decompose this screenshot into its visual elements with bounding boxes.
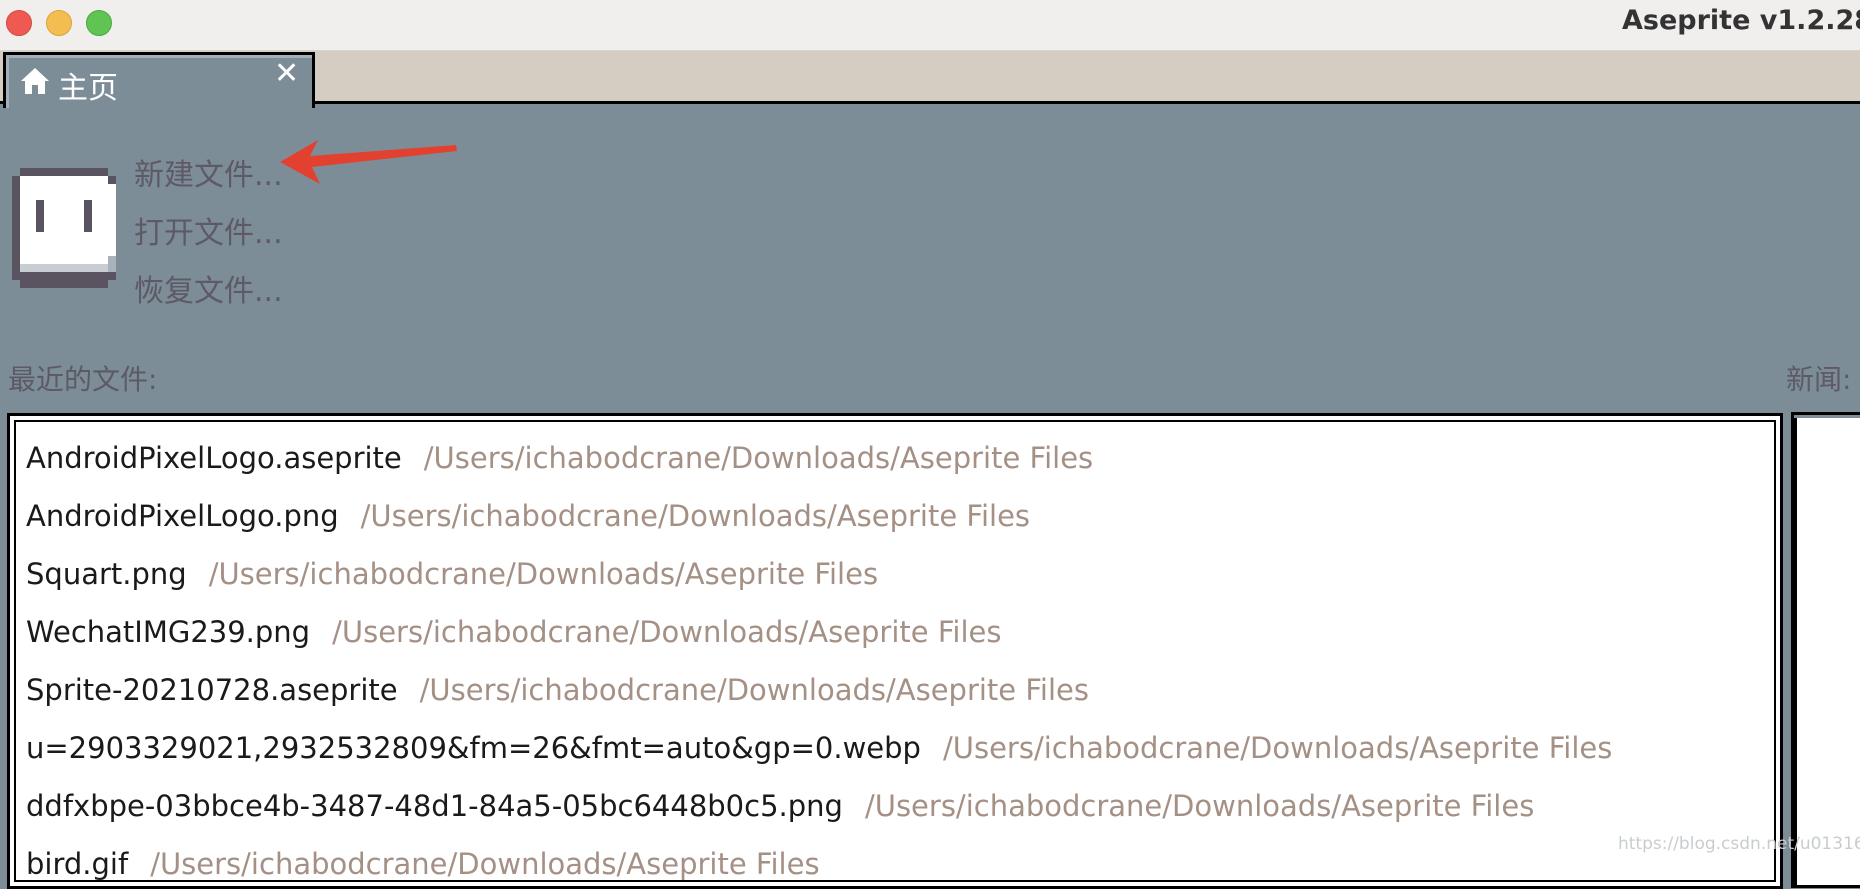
file-name: AndroidPixelLogo.aseprite xyxy=(26,441,402,475)
new-file-link[interactable]: 新建文件... xyxy=(134,150,283,194)
recent-file-item[interactable]: bird.gif/Users/ichabodcrane/Downloads/As… xyxy=(26,842,820,886)
file-name: Squart.png xyxy=(26,557,187,591)
news-label: 新闻: xyxy=(1786,363,1852,396)
recent-files-label: 最近的文件: xyxy=(8,363,158,396)
recent-file-item[interactable]: AndroidPixelLogo.aseprite/Users/ichabodc… xyxy=(26,436,1093,480)
file-name: u=2903329021,2932532809&fm=26&fmt=auto&g… xyxy=(26,731,921,765)
recent-files-list: AndroidPixelLogo.aseprite/Users/ichabodc… xyxy=(7,413,1783,889)
file-path: /Users/ichabodcrane/Downloads/Aseprite F… xyxy=(150,847,820,881)
recover-file-link[interactable]: 恢复文件... xyxy=(134,266,283,310)
recent-file-item[interactable]: ddfxbpe-03bbce4b-3487-48d1-84a5-05bc6448… xyxy=(26,784,1534,828)
recent-file-item[interactable]: Sprite-20210728.aseprite/Users/ichabodcr… xyxy=(26,668,1089,712)
tab-close-icon[interactable]: ✕ xyxy=(274,56,299,91)
file-path: /Users/ichabodcrane/Downloads/Aseprite F… xyxy=(942,731,1613,765)
red-arrow-icon xyxy=(280,140,457,184)
tab-home-label: 主页 xyxy=(58,71,118,106)
tab-home[interactable]: 主页 ✕ xyxy=(3,52,315,108)
file-path: /Users/ichabodcrane/Downloads/Aseprite F… xyxy=(360,499,1031,533)
window-titlebar: Aseprite v1.2.28-r xyxy=(0,0,1860,51)
home-icon xyxy=(21,68,49,94)
watermark: https://blog.csdn.net/u013160458 xyxy=(1618,834,1860,854)
close-window-button[interactable] xyxy=(6,10,32,36)
recent-file-item[interactable]: AndroidPixelLogo.png/Users/ichabodcrane/… xyxy=(26,494,1030,538)
file-path: /Users/ichabodcrane/Downloads/Aseprite F… xyxy=(208,557,879,591)
file-path: /Users/ichabodcrane/Downloads/Aseprite F… xyxy=(864,789,1535,823)
file-name: AndroidPixelLogo.png xyxy=(26,499,339,533)
open-file-link[interactable]: 打开文件... xyxy=(134,208,283,252)
file-path: /Users/ichabodcrane/Downloads/Aseprite F… xyxy=(423,441,1094,475)
file-name: Sprite-20210728.aseprite xyxy=(26,673,398,707)
zoom-window-button[interactable] xyxy=(86,10,112,36)
window-title: Aseprite v1.2.28-r xyxy=(1622,5,1860,36)
recent-file-item[interactable]: Squart.png/Users/ichabodcrane/Downloads/… xyxy=(26,552,878,596)
recent-file-item[interactable]: WechatIMG239.png/Users/ichabodcrane/Down… xyxy=(26,610,1001,654)
news-panel[interactable] xyxy=(1791,412,1860,888)
file-name: ddfxbpe-03bbce4b-3487-48d1-84a5-05bc6448… xyxy=(26,789,843,823)
minimize-window-button[interactable] xyxy=(46,10,72,36)
file-name: WechatIMG239.png xyxy=(26,615,311,649)
file-path: /Users/ichabodcrane/Downloads/Aseprite F… xyxy=(419,673,1089,707)
recent-file-item[interactable]: u=2903329021,2932532809&fm=26&fmt=auto&g… xyxy=(26,726,1612,770)
file-path: /Users/ichabodcrane/Downloads/Aseprite F… xyxy=(332,615,1002,649)
aseprite-logo-icon xyxy=(12,168,116,288)
file-name: bird.gif xyxy=(26,847,129,881)
